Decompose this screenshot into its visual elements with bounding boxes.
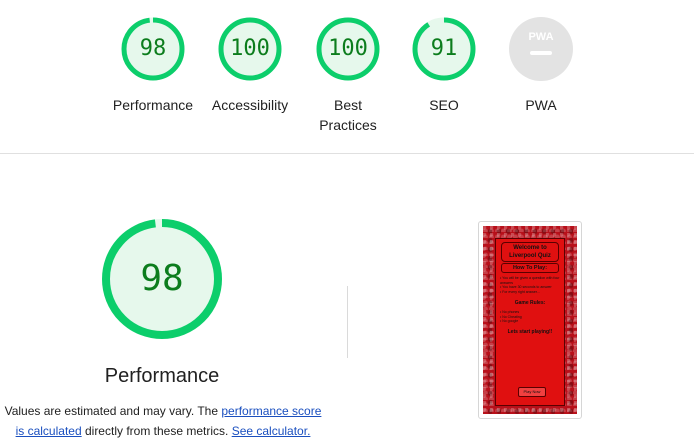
seo-label: SEO [429, 97, 459, 113]
vertical-divider [347, 286, 348, 358]
performance-gauge[interactable]: 98 Performance [98, 16, 208, 115]
seo-score: 91 [430, 36, 458, 61]
list-item: You will be given a question with four a… [500, 276, 561, 285]
pwa-label: PWA [525, 97, 557, 113]
screenshot-quiz-card: Welcome to Liverpool Quiz How To Play: Y… [495, 238, 565, 406]
best-practices-gauge-ring: 100 [315, 16, 381, 82]
screenshot-background: Welcome to Liverpool Quiz How To Play: Y… [483, 226, 577, 414]
best-practices-label: Best Practices [319, 97, 377, 133]
pwa-badge: PWA [508, 16, 574, 82]
screenshot-start-text: Lets start playing!! [507, 328, 553, 335]
screenshot-how-to: How To Play: [501, 263, 559, 273]
performance-main-score: 98 [140, 258, 184, 299]
category-scores: 98 Performance 100 Accessibility 100 Bes… [0, 0, 694, 153]
list-item: No google [500, 319, 561, 324]
pwa-icon: PWA [509, 17, 573, 81]
pwa-gauge[interactable]: PWA PWA [486, 16, 596, 115]
best-practices-score: 100 [328, 36, 368, 61]
seo-gauge-ring: 91 [411, 16, 477, 82]
screenshot-rules: No phones No Cheating No google [500, 310, 561, 324]
metrics-note: Values are estimated and may vary. The p… [0, 401, 326, 441]
performance-label: Performance [112, 97, 194, 113]
screenshot-play-button: Play Now [518, 387, 546, 397]
screenshot-rules-title: Game Rules: [514, 300, 546, 306]
performance-score: 98 [139, 36, 167, 61]
accessibility-score: 100 [230, 36, 270, 61]
list-item: For every right answer... [500, 290, 561, 295]
accessibility-gauge[interactable]: 100 Accessibility [195, 16, 305, 115]
seo-gauge[interactable]: 91 SEO [389, 16, 499, 115]
performance-main-title: Performance [104, 365, 220, 387]
see-calculator-link[interactable]: See calculator. [232, 424, 311, 438]
screenshot-title: Welcome to Liverpool Quiz [501, 242, 559, 262]
list-item: You have 30 seconds to answer [500, 285, 561, 290]
note-prefix: Values are estimated and may vary. The [4, 404, 222, 418]
performance-gauge-ring: 98 [120, 16, 186, 82]
best-practices-gauge[interactable]: 100 Best Practices [292, 16, 404, 135]
screenshot-instructions: You will be given a question with four a… [500, 276, 561, 294]
accessibility-gauge-ring: 100 [217, 16, 283, 82]
pwa-badge-text: PWA [528, 31, 553, 43]
section-divider [0, 153, 694, 154]
note-mid: directly from these metrics. [81, 424, 232, 438]
final-screenshot-thumbnail[interactable]: Welcome to Liverpool Quiz How To Play: Y… [478, 221, 582, 419]
performance-main-gauge: 98 [100, 217, 224, 341]
accessibility-label: Accessibility [211, 97, 289, 113]
